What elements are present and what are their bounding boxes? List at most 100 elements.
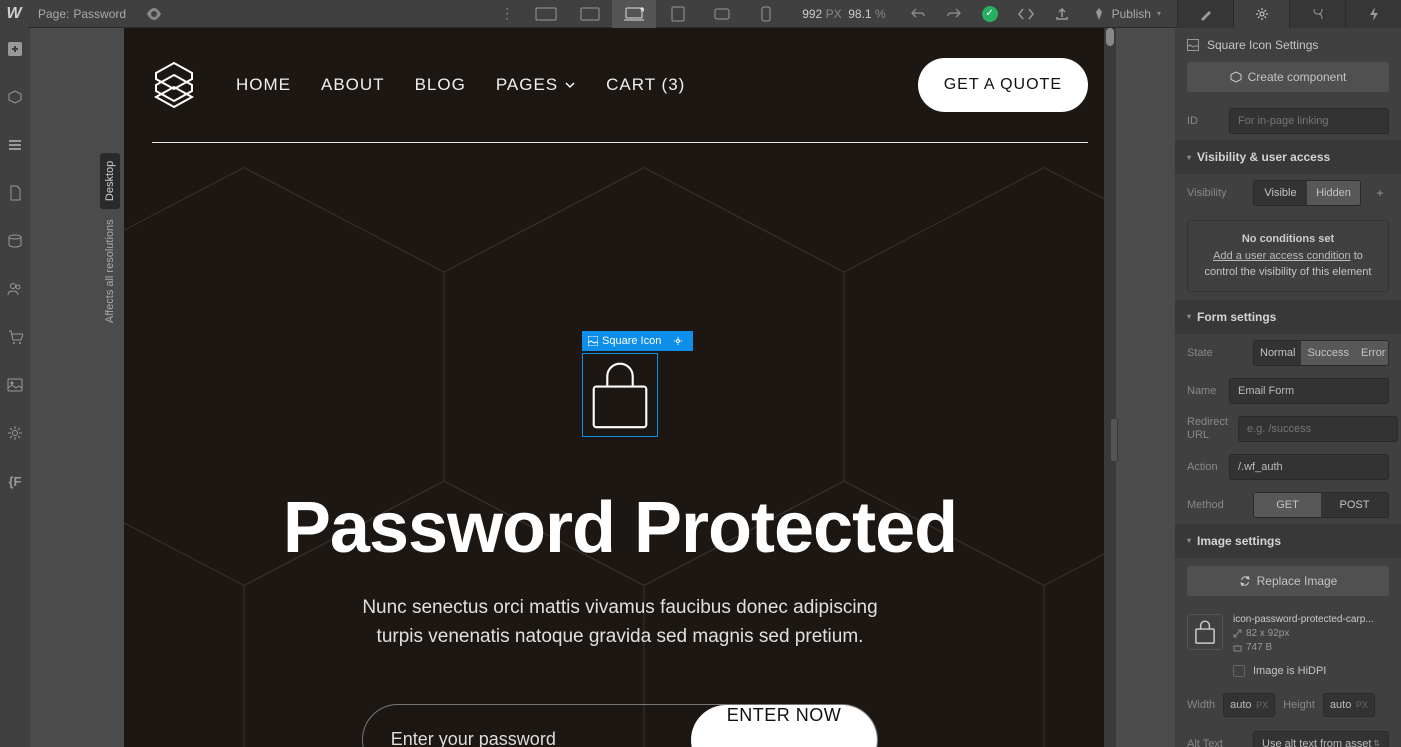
action-input[interactable]	[1229, 454, 1389, 480]
hidpi-checkbox[interactable]	[1233, 665, 1245, 677]
visibility-label: Visibility	[1187, 187, 1243, 199]
interactions-panel-tab[interactable]	[1345, 0, 1401, 28]
status-success-icon[interactable]: ✓	[972, 0, 1008, 28]
page-navbar: HOME ABOUT BLOG PAGES CART (3) GET A QUO…	[124, 28, 1116, 112]
visible-option[interactable]: Visible	[1254, 181, 1307, 205]
add-element-icon[interactable]	[0, 34, 30, 64]
style-panel-tab[interactable]	[1177, 0, 1233, 28]
users-icon[interactable]	[0, 274, 30, 304]
publish-label: Publish	[1112, 7, 1151, 21]
symbols-icon[interactable]	[0, 82, 30, 112]
ecommerce-icon[interactable]	[0, 322, 30, 352]
hidden-option[interactable]: Hidden	[1307, 181, 1360, 205]
enter-button[interactable]: ENTER NOW	[691, 705, 878, 747]
replace-image-button[interactable]: Replace Image	[1187, 566, 1389, 596]
settings-panel-tab[interactable]	[1233, 0, 1289, 28]
style-manager-tab[interactable]	[1289, 0, 1345, 28]
dims-icon	[1233, 629, 1242, 638]
nav-blog[interactable]: BLOG	[415, 75, 466, 95]
password-form: ENTER NOW	[362, 704, 879, 747]
bp-tablet[interactable]	[656, 0, 700, 28]
password-input[interactable]	[391, 729, 691, 747]
canvas-frame[interactable]: HOME ABOUT BLOG PAGES CART (3) GET A QUO…	[124, 28, 1116, 747]
navigator-icon[interactable]	[0, 130, 30, 160]
code-icon[interactable]	[1008, 0, 1044, 28]
hero-subtitle[interactable]: Nunc senectus orci mattis vivamus faucib…	[340, 593, 900, 652]
alt-select[interactable]: Use alt text from asset⇅	[1253, 731, 1389, 747]
hero-title[interactable]: Password Protected	[283, 487, 957, 569]
hero-section: Square Icon Password Protected Nunc sene…	[124, 143, 1116, 747]
assets-icon[interactable]	[0, 370, 30, 400]
chevron-down-icon: ▾	[1157, 9, 1161, 18]
bp-laptop[interactable]: ★	[612, 0, 656, 28]
redo-icon[interactable]	[936, 0, 972, 28]
state-toggle: Normal Success Error	[1253, 340, 1389, 366]
bp-mobile[interactable]	[744, 0, 788, 28]
state-normal[interactable]: Normal	[1254, 341, 1301, 365]
redirect-label: Redirect URL	[1187, 416, 1228, 442]
page-selector[interactable]: Page: Password	[28, 7, 136, 21]
width-label: Width	[1187, 699, 1215, 711]
bp-large-desktop[interactable]	[524, 0, 568, 28]
id-input[interactable]	[1229, 108, 1389, 134]
image-section[interactable]: ▾Image settings	[1175, 524, 1401, 558]
undo-icon[interactable]	[900, 0, 936, 28]
page-prefix: Page:	[38, 7, 69, 21]
canvas-scrollbar[interactable]	[1104, 28, 1116, 747]
add-condition-link[interactable]: Add a user access condition	[1213, 250, 1351, 262]
filename: icon-password-protected-carp...	[1233, 614, 1389, 625]
bp-desktop[interactable]	[568, 0, 612, 28]
conditions-box: No conditions set Add a user access cond…	[1187, 220, 1389, 292]
state-success[interactable]: Success	[1301, 341, 1355, 365]
panel-header: Square Icon Settings	[1175, 28, 1401, 62]
add-visibility-icon[interactable]: +	[1371, 186, 1389, 200]
project-settings-icon[interactable]	[0, 418, 30, 448]
nav-pages[interactable]: PAGES	[496, 75, 576, 95]
site-logo-icon[interactable]	[152, 59, 196, 111]
publish-button[interactable]: Publish ▾	[1080, 0, 1173, 28]
width-input[interactable]: autoPX	[1223, 693, 1275, 717]
state-label: State	[1187, 347, 1243, 359]
nav-cart[interactable]: CART (3)	[606, 75, 685, 95]
method-label: Method	[1187, 499, 1243, 511]
get-quote-button[interactable]: GET A QUOTE	[918, 58, 1088, 112]
method-toggle: GET POST	[1253, 492, 1389, 518]
preview-eye-icon[interactable]	[146, 8, 162, 20]
visibility-section[interactable]: ▾Visibility & user access	[1175, 140, 1401, 174]
breakpoint-group: ★	[524, 0, 788, 28]
method-get[interactable]: GET	[1254, 493, 1321, 517]
height-label: Height	[1283, 699, 1315, 711]
visibility-toggle: Visible Hidden	[1253, 180, 1361, 206]
more-vertical-icon[interactable]: ⋮	[490, 5, 524, 22]
refresh-icon	[1239, 575, 1251, 587]
pages-icon[interactable]	[0, 178, 30, 208]
cms-icon[interactable]	[0, 226, 30, 256]
resize-handle[interactable]	[1110, 418, 1118, 462]
selected-element[interactable]: Square Icon	[582, 353, 658, 437]
finsweet-icon[interactable]: {F	[0, 466, 30, 496]
nav-home[interactable]: HOME	[236, 75, 291, 95]
method-post[interactable]: POST	[1321, 493, 1388, 517]
chevron-down-icon	[564, 81, 576, 89]
action-label: Action	[1187, 461, 1219, 473]
selection-badge[interactable]: Square Icon	[582, 331, 693, 351]
height-input[interactable]: autoPX	[1323, 693, 1375, 717]
image-icon	[1187, 39, 1199, 51]
state-error[interactable]: Error	[1355, 341, 1389, 365]
lock-icon	[584, 356, 656, 434]
canvas-dimensions[interactable]: 992 PX 98.1 %	[788, 7, 899, 21]
export-icon[interactable]	[1044, 0, 1080, 28]
cube-icon	[1230, 71, 1242, 83]
square-icon-element[interactable]	[582, 353, 658, 437]
form-name-input[interactable]	[1229, 378, 1389, 404]
image-thumbnail[interactable]	[1187, 614, 1223, 650]
nav-about[interactable]: ABOUT	[321, 75, 385, 95]
gear-icon[interactable]	[669, 334, 687, 348]
webflow-logo-icon[interactable]: W	[0, 0, 28, 28]
form-section[interactable]: ▾Form settings	[1175, 300, 1401, 334]
settings-panel: Square Icon Settings Create component ID…	[1175, 28, 1401, 747]
redirect-input[interactable]	[1238, 416, 1398, 442]
canvas-area: Affects all resolutions Desktop HOME ABO…	[30, 28, 1175, 747]
create-component-button[interactable]: Create component	[1187, 62, 1389, 92]
bp-landscape-mobile[interactable]	[700, 0, 744, 28]
